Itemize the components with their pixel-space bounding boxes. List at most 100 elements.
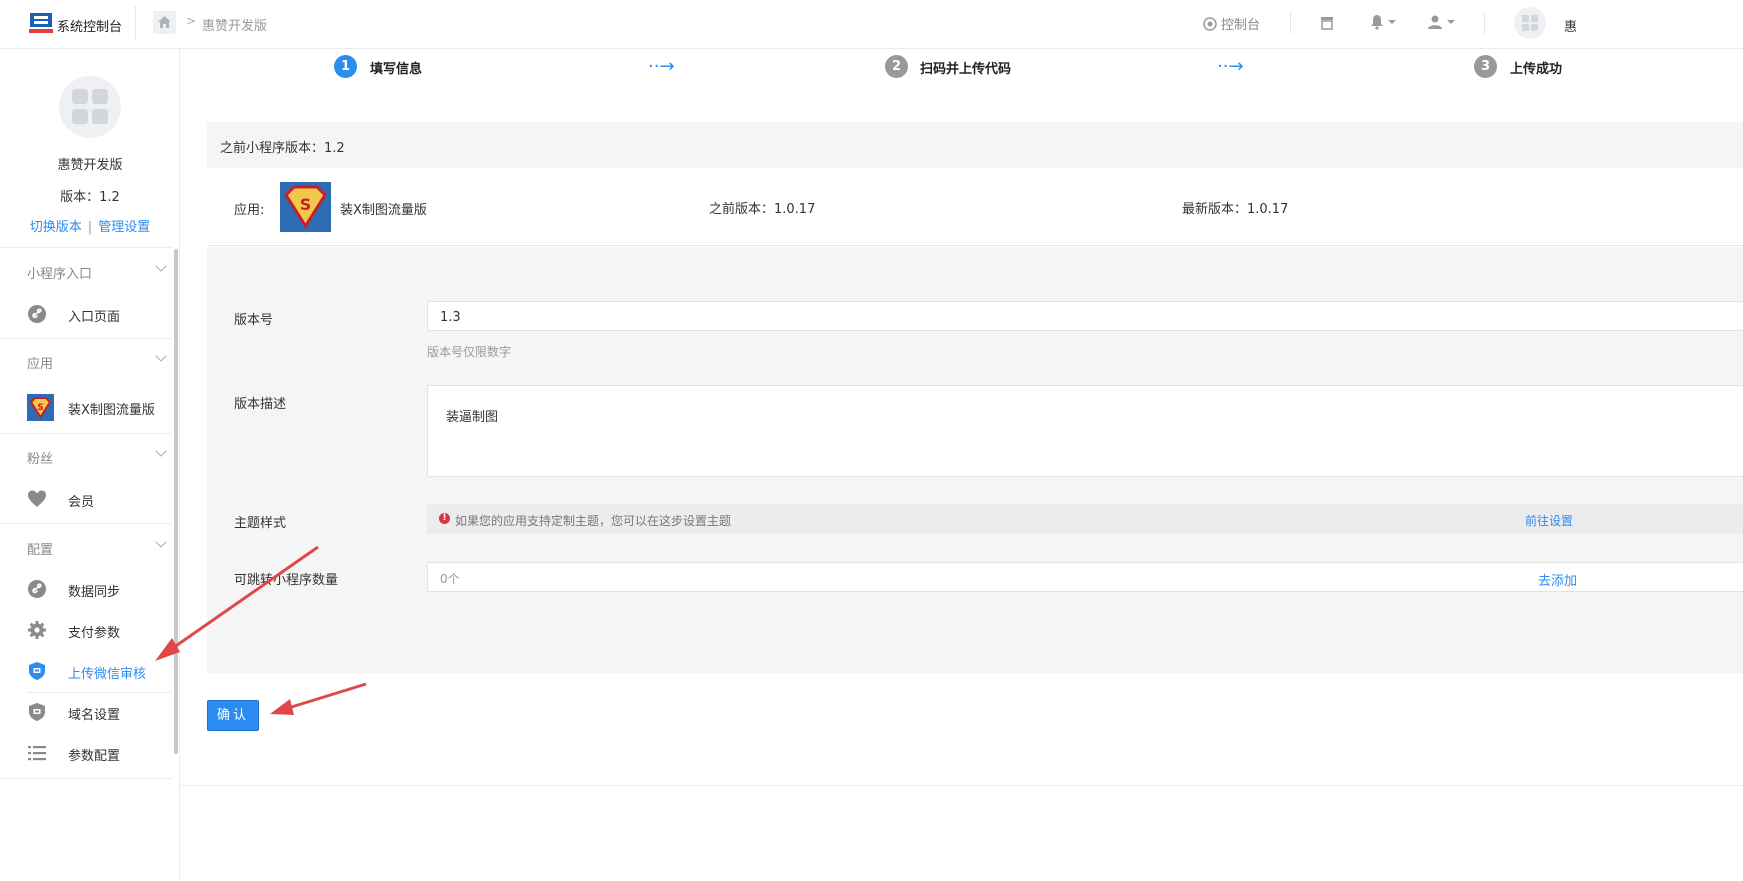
- link-icon: [28, 580, 46, 598]
- previous-version: 之前版本：1.0.17: [709, 202, 816, 217]
- annotation-arrow: [270, 682, 367, 715]
- sidebar-item-param-config[interactable]: 参数配置: [0, 735, 172, 771]
- sidebar-item-label: 装X制图流量版: [68, 403, 155, 418]
- app-label: 应用:: [234, 203, 265, 218]
- chevron-down-icon: [1388, 20, 1396, 24]
- divider: [0, 338, 172, 339]
- user-menu-button[interactable]: [1427, 14, 1455, 30]
- jump-count-value: 0个: [440, 572, 460, 586]
- shield-icon: [29, 662, 45, 680]
- step-2-label: 扫码并上传代码: [920, 62, 1012, 77]
- theme-label: 主题样式: [234, 516, 287, 531]
- sidebar-item-pay-params[interactable]: 支付参数: [0, 612, 172, 648]
- theme-notice-text: 如果您的应用支持定制主题，您可以在这步设置主题: [455, 514, 732, 528]
- logo-text[interactable]: 系统控制台: [57, 16, 122, 35]
- list-icon: [28, 746, 46, 761]
- sidebar-item-label: 数据同步: [68, 585, 121, 600]
- form-area: 版本号 1.3 版本号仅限数字 版本描述 装逼制图 主题样式 ! 如果您的应用支…: [207, 247, 1743, 673]
- divider: [0, 433, 172, 434]
- console-label: 控制台: [1221, 18, 1261, 33]
- console-link[interactable]: 控制台: [1203, 14, 1260, 33]
- step-1-number: 1: [334, 55, 357, 78]
- sidebar-item-label: 会员: [68, 495, 95, 510]
- app-version: 版本：1.2: [60, 190, 120, 205]
- description-label: 版本描述: [234, 397, 287, 412]
- jump-count-input[interactable]: 0个 去添加: [427, 562, 1743, 592]
- section-config[interactable]: 配置: [27, 539, 53, 558]
- section-apps[interactable]: 应用: [27, 353, 53, 372]
- section-entry[interactable]: 小程序入口: [27, 263, 92, 282]
- sidebar-item-label: 支付参数: [68, 626, 121, 641]
- description-value: 装逼制图: [446, 410, 499, 425]
- sidebar-item-label: 域名设置: [68, 708, 121, 723]
- confirm-button[interactable]: 确认: [207, 700, 259, 731]
- jump-count-label: 可跳转小程序数量: [234, 573, 339, 588]
- theme-settings-link[interactable]: 前往设置: [1525, 512, 1573, 529]
- step-2-number: 2: [885, 55, 908, 78]
- header-avatar[interactable]: [1514, 7, 1546, 39]
- heart-icon: [28, 490, 46, 507]
- header-username[interactable]: 惠: [1564, 16, 1577, 35]
- sidebar-links: 切换版本 | 管理设置: [0, 216, 180, 235]
- link-icon: [28, 305, 46, 323]
- step-3-number: 3: [1474, 55, 1497, 78]
- description-textarea[interactable]: 装逼制图: [427, 385, 1743, 477]
- previous-version-bar: 之前小程序版本：1.2: [207, 122, 1743, 168]
- gear-icon: [28, 621, 46, 639]
- sidebar: 惠赞开发版 版本：1.2 切换版本 | 管理设置 小程序入口 入口页面 应用 S 装…: [0, 49, 180, 881]
- superman-icon: S: [280, 182, 331, 232]
- home-icon[interactable]: [153, 11, 176, 34]
- version-hint: 版本号仅限数字: [427, 345, 512, 359]
- sidebar-item-app[interactable]: S 装X制图流量版: [0, 388, 172, 424]
- chevron-down-icon[interactable]: [155, 260, 167, 272]
- divider: [1484, 12, 1485, 34]
- latest-version: 最新版本：1.0.17: [1182, 202, 1289, 217]
- sidebar-item-label: 入口页面: [68, 310, 121, 325]
- version-input[interactable]: 1.3: [427, 301, 1743, 331]
- divider: [0, 778, 172, 779]
- superman-icon: S: [27, 394, 54, 421]
- step-1-label: 填写信息: [370, 62, 423, 77]
- add-jump-link[interactable]: 去添加: [1538, 570, 1577, 589]
- divider: [180, 785, 1743, 786]
- sidebar-scrollbar[interactable]: [174, 249, 178, 754]
- breadcrumb-separator-icon: >: [186, 14, 197, 28]
- svg-text:S: S: [300, 195, 312, 214]
- step-arrow-icon: ··→: [1217, 56, 1244, 77]
- chevron-down-icon[interactable]: [155, 536, 167, 548]
- manage-settings-link[interactable]: 管理设置: [98, 220, 150, 235]
- app-name: 装X制图流量版: [340, 203, 427, 218]
- switch-version-link[interactable]: 切换版本: [30, 220, 82, 235]
- previous-miniprogram-version: 之前小程序版本：1.2: [220, 141, 345, 156]
- breadcrumb[interactable]: 惠赞开发版: [202, 15, 267, 34]
- shield-icon: [29, 703, 45, 721]
- version-label: 版本号: [234, 313, 274, 328]
- divider: [27, 692, 172, 693]
- version-input-value: 1.3: [440, 310, 461, 325]
- section-fans[interactable]: 粉丝: [27, 448, 53, 467]
- theme-notice: ! 如果您的应用支持定制主题，您可以在这步设置主题 前往设置: [427, 504, 1743, 534]
- step-arrow-icon: ··→: [648, 56, 675, 77]
- warning-icon: !: [439, 513, 450, 524]
- app-name: 惠赞开发版: [57, 158, 123, 173]
- user-icon: [1428, 15, 1442, 29]
- chevron-down-icon: [1447, 20, 1455, 24]
- sidebar-item-domain-settings[interactable]: 域名设置: [0, 694, 172, 730]
- sidebar-item-member[interactable]: 会员: [0, 481, 172, 517]
- divider: [1290, 12, 1291, 34]
- chevron-down-icon[interactable]: [155, 445, 167, 457]
- sidebar-item-upload-wechat-review[interactable]: 上传微信审核: [0, 653, 172, 689]
- sidebar-item-entry-page[interactable]: 入口页面: [0, 296, 172, 332]
- step-3-label: 上传成功: [1510, 62, 1563, 77]
- chevron-down-icon[interactable]: [155, 350, 167, 362]
- app-avatar: [59, 76, 121, 138]
- link-separator: |: [87, 220, 93, 235]
- bell-icon: [1371, 15, 1383, 30]
- sidebar-item-label: 参数配置: [68, 749, 121, 764]
- sidebar-item-label: 上传微信审核: [68, 667, 147, 682]
- dashboard-icon: [1203, 17, 1217, 31]
- sidebar-item-data-sync[interactable]: 数据同步: [0, 571, 172, 607]
- store-icon[interactable]: [1319, 15, 1335, 31]
- notification-button[interactable]: [1370, 14, 1396, 30]
- svg-text:S: S: [37, 403, 43, 413]
